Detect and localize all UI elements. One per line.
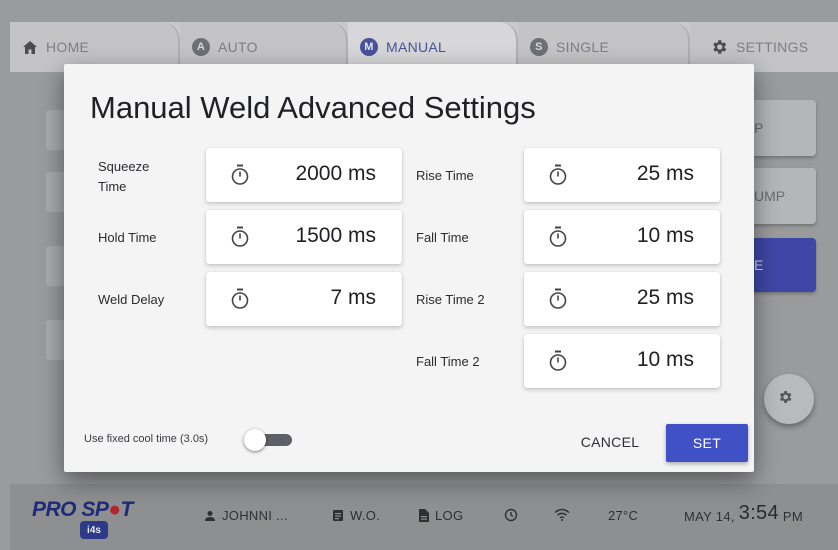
background-side-button[interactable]: UMP [746, 168, 816, 224]
toggle-knob [244, 429, 266, 451]
hold-time-label: Hold Time [98, 230, 157, 245]
tab-home-label: HOME [46, 39, 90, 55]
rise-time-2-label: Rise Time 2 [416, 292, 485, 307]
timer-icon [231, 288, 249, 309]
set-button[interactable]: SET [666, 424, 748, 462]
weld-delay-label: Weld Delay [98, 292, 165, 307]
settings-fab[interactable] [764, 374, 814, 424]
fixed-cool-time-toggle[interactable] [240, 429, 296, 451]
single-badge-icon: S [530, 38, 548, 56]
squeeze-time-field[interactable]: 2000 ms [206, 148, 402, 202]
user-name: JOHNNI ... [222, 508, 288, 523]
advanced-settings-dialog: Manual Weld Advanced Settings Squeeze Ti… [64, 64, 754, 472]
status-bar: PRO SP●T i4s JOHNNI ... W.O. LOG 27°C MA… [10, 484, 838, 550]
rise-time-2-value: 25 ms [636, 286, 694, 309]
work-order-icon [333, 510, 343, 521]
hold-time-field[interactable]: 1500 ms [206, 210, 402, 264]
history-icon [504, 508, 518, 522]
fall-time-2-field[interactable]: 10 ms [524, 334, 720, 388]
wifi-icon [554, 508, 570, 521]
i4s-logo: i4s [80, 521, 108, 539]
tab-single-label: SINGLE [556, 39, 610, 55]
date: MAY 14, [684, 508, 735, 524]
date-time: MAY 14, 3:54 PM [684, 502, 803, 525]
auto-badge-icon: A [192, 38, 210, 56]
fall-time-label: Fall Time [416, 230, 469, 245]
squeeze-time-value: 2000 ms [295, 162, 376, 185]
log-button[interactable]: LOG [418, 508, 463, 523]
clock-time: 3:54 [738, 502, 779, 524]
timer-icon [549, 226, 567, 247]
work-order-button[interactable]: W.O. [332, 508, 380, 523]
prospot-logo: PRO SP●T [32, 498, 133, 521]
side-button-label: P [754, 120, 764, 136]
rise-time-2-field[interactable]: 25 ms [524, 272, 720, 326]
cancel-button[interactable]: CANCEL [568, 426, 652, 458]
log-file-icon [419, 509, 429, 522]
user-icon [205, 510, 215, 521]
fall-time-value: 10 ms [636, 224, 694, 247]
gear-icon [713, 40, 727, 54]
timer-icon [549, 288, 567, 309]
weld-delay-field[interactable]: 7 ms [206, 272, 402, 326]
timer-icon [549, 350, 567, 371]
rise-time-value: 25 ms [636, 162, 694, 185]
work-order-label: W.O. [350, 508, 381, 523]
fixed-cool-time-label: Use fixed cool time (3.0s) [84, 433, 209, 445]
temperature-readout: 27°C [608, 508, 639, 523]
manual-badge-icon: M [360, 38, 378, 56]
rise-time-label: Rise Time [416, 168, 474, 183]
fall-time-2-label: Fall Time 2 [416, 354, 480, 369]
gear-icon [779, 391, 792, 403]
tab-settings-label: SETTINGS [736, 39, 809, 55]
tab-auto-label: AUTO [218, 39, 258, 55]
rise-time-field[interactable]: 25 ms [524, 148, 720, 202]
squeeze-time-label: Squeeze Time [98, 159, 150, 194]
side-button-label: UMP [754, 188, 786, 204]
home-icon [23, 40, 37, 54]
hold-time-value: 1500 ms [295, 224, 376, 247]
user-menu[interactable]: JOHNNI ... [204, 508, 288, 523]
timer-icon [231, 226, 249, 247]
fall-time-field[interactable]: 10 ms [524, 210, 720, 264]
timer-icon [231, 164, 249, 185]
side-button-label: E [754, 257, 764, 273]
am-pm: PM [782, 508, 804, 524]
dialog-title: Manual Weld Advanced Settings [90, 90, 536, 125]
timer-icon [549, 164, 567, 185]
log-label: LOG [435, 508, 464, 523]
tab-manual-label: MANUAL [386, 39, 447, 55]
fall-time-2-value: 10 ms [636, 348, 694, 371]
weld-delay-value: 7 ms [330, 286, 376, 309]
background-side-button[interactable]: P [746, 100, 816, 156]
background-side-button-active[interactable]: E [746, 238, 816, 292]
